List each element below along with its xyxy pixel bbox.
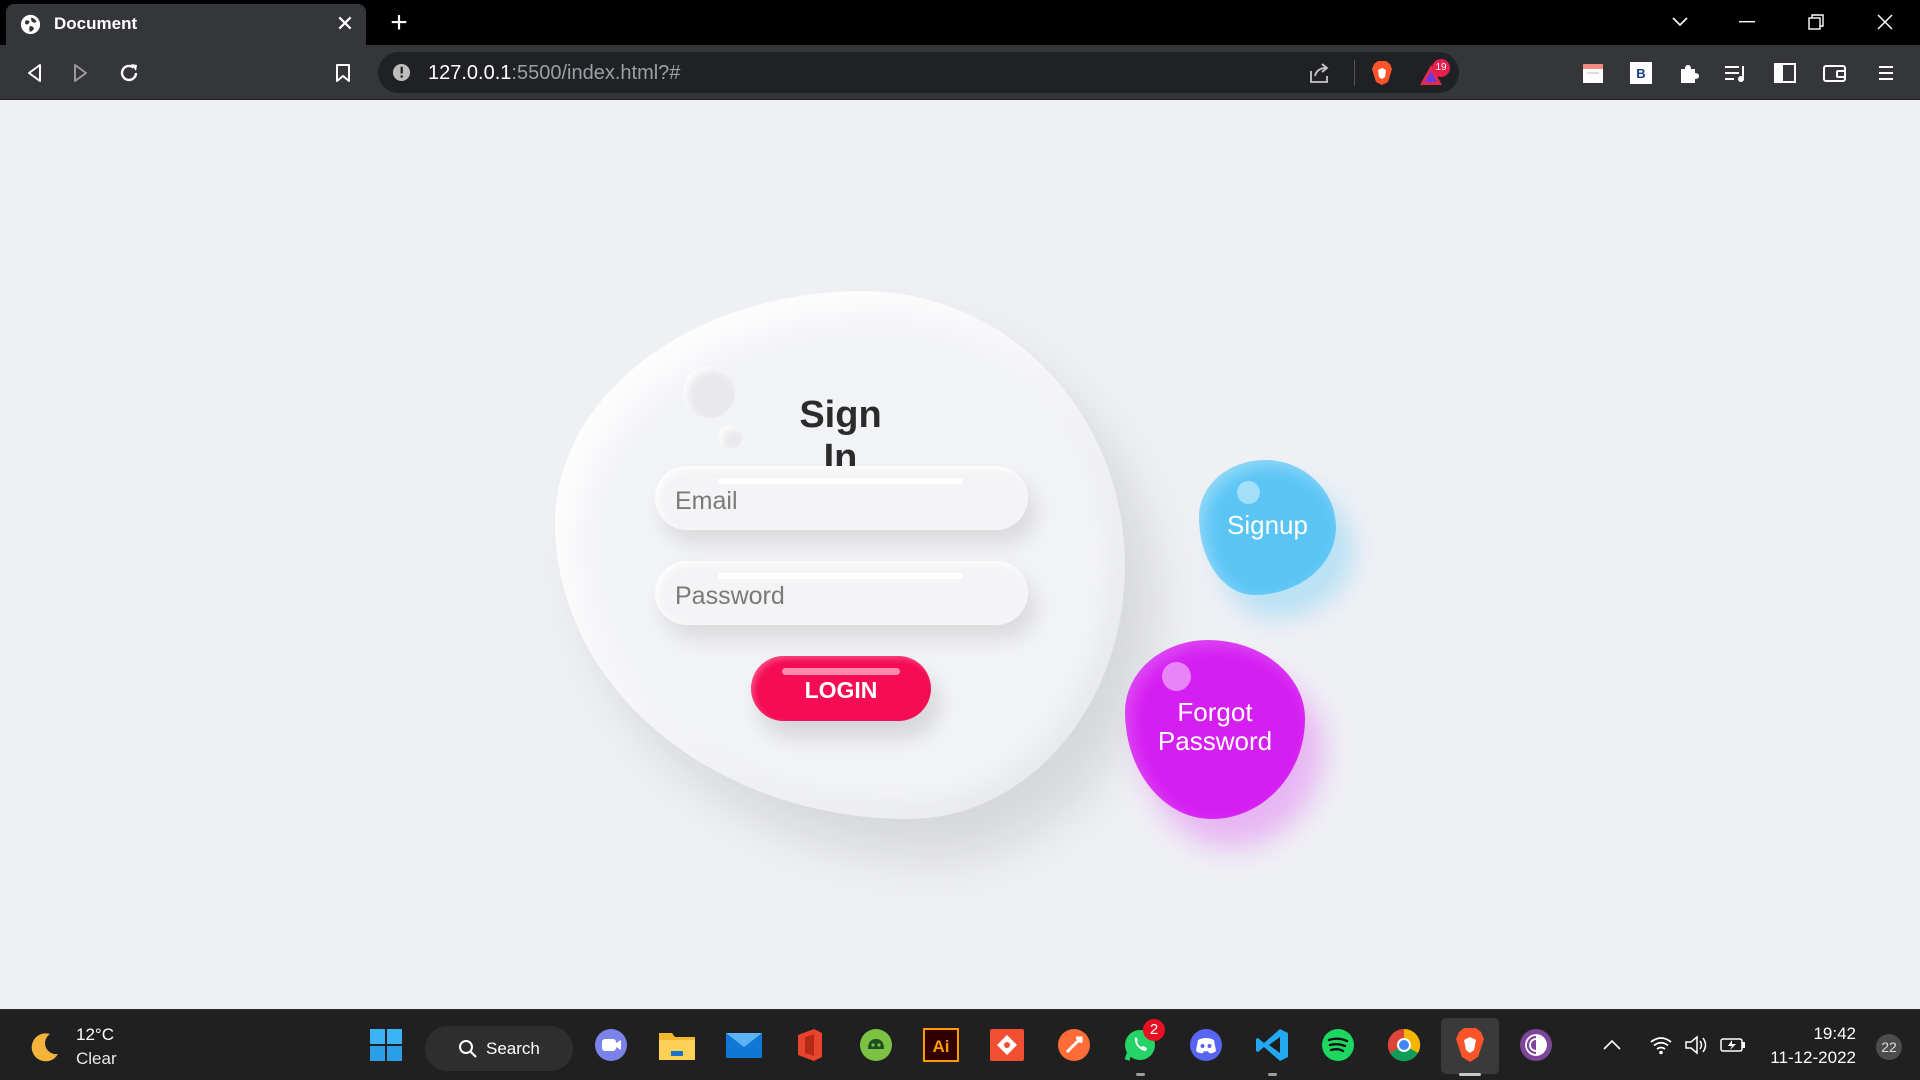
- extension-calendar-icon[interactable]: [1578, 58, 1608, 88]
- password-input[interactable]: [675, 581, 1005, 611]
- reload-icon[interactable]: [114, 58, 144, 88]
- back-icon[interactable]: [19, 58, 49, 88]
- button-highlight: [782, 668, 900, 675]
- globe-icon: [20, 14, 41, 35]
- forgot-label-line1: Forgot: [1177, 697, 1253, 727]
- running-indicator: [1136, 1073, 1145, 1076]
- clock-date[interactable]: 11-12-2022: [1770, 1048, 1856, 1068]
- restore-icon[interactable]: [1801, 8, 1831, 36]
- login-button[interactable]: LOGIN: [751, 656, 931, 721]
- address-bar[interactable]: 127.0.0.1:5500/index.html?# 19: [378, 52, 1459, 93]
- tab-title: Document: [54, 14, 138, 33]
- git-icon[interactable]: [988, 1026, 1026, 1064]
- extensions-puzzle-icon[interactable]: [1674, 58, 1704, 88]
- taskbar-search[interactable]: Search: [425, 1026, 573, 1071]
- android-studio-icon[interactable]: [857, 1026, 895, 1064]
- discord-icon[interactable]: [1187, 1026, 1225, 1064]
- tab-search-chevron-icon[interactable]: [1665, 8, 1695, 36]
- browser-titlebar: Document ✕ +: [0, 0, 1920, 45]
- windows-taskbar: 12°C Clear Search Ai 19:42 11-12-2022 22: [0, 1009, 1920, 1080]
- mail-icon[interactable]: [725, 1026, 763, 1064]
- close-window-icon[interactable]: [1870, 8, 1900, 36]
- forward-icon[interactable]: [66, 58, 96, 88]
- start-windows-icon[interactable]: [367, 1026, 405, 1064]
- field-highlight: [718, 478, 963, 484]
- sidebar-toggle-icon[interactable]: [1770, 58, 1800, 88]
- decorative-bubble-small: [718, 425, 742, 449]
- postman-icon[interactable]: [1055, 1026, 1093, 1064]
- chrome-icon[interactable]: [1385, 1026, 1423, 1064]
- url-path: :5500/index.html?#: [511, 62, 681, 84]
- email-field[interactable]: [655, 466, 1028, 530]
- whatsapp-unread-badge: 2: [1143, 1019, 1165, 1041]
- brave-browser-icon[interactable]: [1451, 1026, 1489, 1064]
- volume-icon[interactable]: [1681, 1026, 1713, 1064]
- tab-close-icon[interactable]: ✕: [334, 13, 356, 35]
- clock-time[interactable]: 19:42: [1813, 1024, 1856, 1044]
- wifi-icon[interactable]: [1645, 1026, 1677, 1064]
- notification-count-badge[interactable]: 22: [1876, 1034, 1902, 1060]
- field-highlight: [718, 573, 963, 579]
- wallet-icon[interactable]: [1820, 58, 1850, 88]
- vscode-icon[interactable]: [1253, 1026, 1291, 1064]
- battery-charging-icon[interactable]: [1717, 1026, 1749, 1064]
- show-hidden-icons-chevron-icon[interactable]: [1596, 1026, 1628, 1064]
- weather-temperature: 12°C: [76, 1025, 114, 1044]
- signup-button-label: Signup: [1227, 510, 1308, 540]
- svg-text:Ai: Ai: [933, 1037, 950, 1056]
- login-button-label: LOGIN: [804, 677, 878, 703]
- minimize-icon[interactable]: [1732, 8, 1762, 36]
- site-info-icon[interactable]: [392, 63, 411, 82]
- new-tab-plus-icon[interactable]: +: [384, 8, 414, 38]
- blob-highlight-dot: [1237, 481, 1260, 504]
- active-indicator: [1459, 1073, 1481, 1076]
- weather-description: Clear: [76, 1049, 117, 1068]
- spotify-icon[interactable]: [1319, 1026, 1357, 1064]
- blob-highlight-dot: [1162, 662, 1191, 691]
- decorative-bubble-large: [683, 366, 735, 418]
- moon-icon: [31, 1033, 58, 1062]
- url-host: 127.0.0.1: [428, 62, 512, 84]
- tor-browser-icon[interactable]: [1517, 1026, 1555, 1064]
- teams-chat-icon[interactable]: [592, 1026, 630, 1064]
- running-indicator: [1268, 1073, 1277, 1076]
- browser-toolbar: 127.0.0.1:5500/index.html?# 19 B: [0, 45, 1920, 100]
- menu-hamburger-icon[interactable]: [1871, 58, 1901, 88]
- file-explorer-icon[interactable]: [658, 1026, 696, 1064]
- brave-rewards-icon[interactable]: 19: [1418, 59, 1452, 87]
- extension-b-icon[interactable]: B: [1626, 58, 1656, 88]
- share-icon[interactable]: [1308, 62, 1332, 84]
- email-input[interactable]: [675, 486, 1005, 516]
- forgot-password-label: Forgot Password: [1125, 698, 1305, 756]
- bookmark-icon[interactable]: [328, 58, 358, 88]
- search-label: Search: [486, 1039, 540, 1058]
- search-icon: [459, 1040, 477, 1058]
- office-icon[interactable]: [791, 1026, 829, 1064]
- url-text: 127.0.0.1:5500/index.html?#: [428, 62, 680, 85]
- adobe-illustrator-icon[interactable]: Ai: [922, 1026, 960, 1064]
- url-divider: [1354, 60, 1355, 86]
- brave-shields-icon[interactable]: [1370, 60, 1394, 86]
- password-field[interactable]: [655, 561, 1028, 625]
- media-playlist-icon[interactable]: [1721, 58, 1751, 88]
- svg-text:B: B: [1636, 66, 1645, 81]
- browser-tab-document[interactable]: Document ✕: [6, 4, 366, 45]
- forgot-label-line2: Password: [1157, 726, 1273, 756]
- rewards-badge: 19: [1432, 59, 1450, 77]
